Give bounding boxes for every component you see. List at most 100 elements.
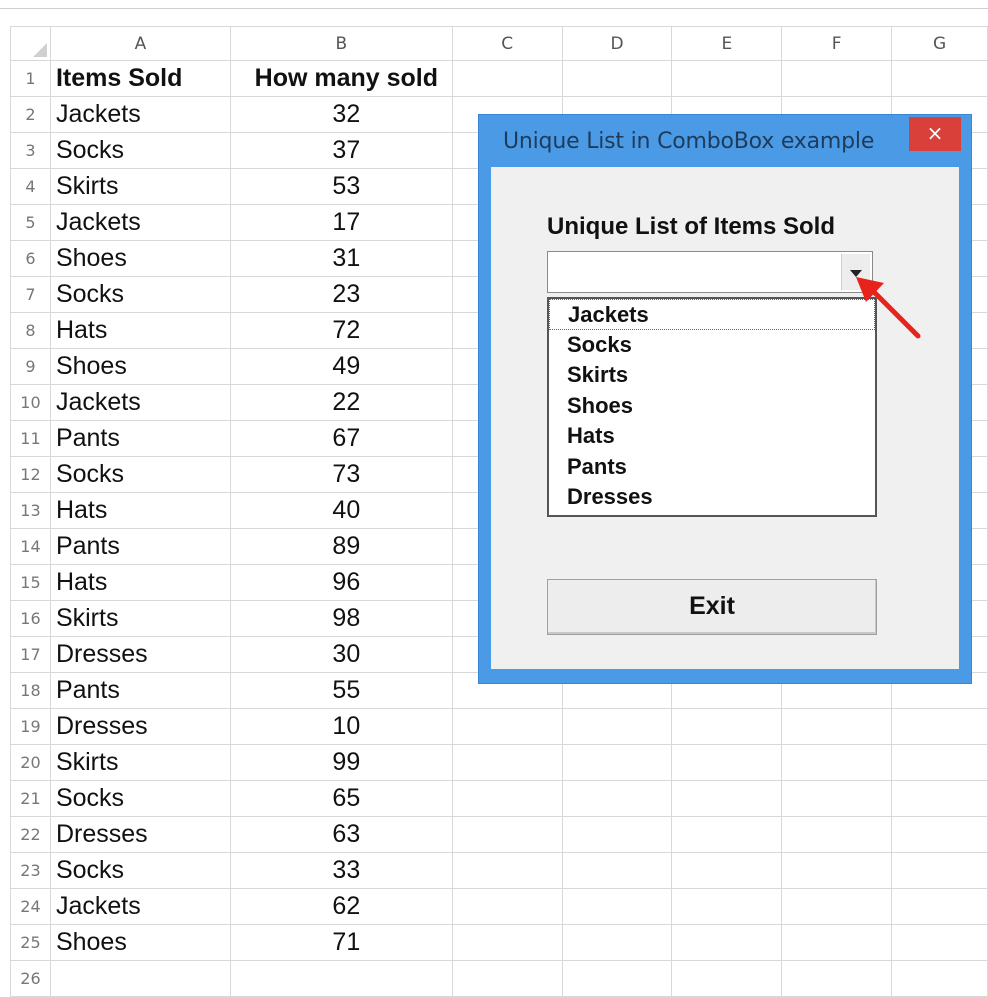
row-header[interactable]: 7: [10, 276, 51, 313]
cell-item[interactable]: Socks: [49, 132, 231, 169]
cell[interactable]: [781, 780, 893, 817]
row-header[interactable]: 5: [10, 204, 51, 241]
row-header[interactable]: 10: [10, 384, 51, 421]
cell[interactable]: [671, 852, 783, 889]
cell-item[interactable]: Jackets: [49, 96, 231, 133]
cell[interactable]: [671, 708, 783, 745]
cell-quantity[interactable]: 71: [229, 924, 453, 961]
row-header[interactable]: 4: [10, 168, 51, 205]
column-header-g[interactable]: G: [891, 26, 988, 61]
cell-quantity[interactable]: 40: [229, 492, 453, 529]
row-header[interactable]: 24: [10, 888, 51, 925]
row-header[interactable]: 25: [10, 924, 51, 961]
cell-item[interactable]: Jackets: [49, 384, 231, 421]
row-header[interactable]: 20: [10, 744, 51, 781]
cell-item[interactable]: Skirts: [49, 744, 231, 781]
cell-quantity[interactable]: 30: [229, 636, 453, 673]
cell-quantity[interactable]: 72: [229, 312, 453, 349]
cell-quantity[interactable]: 63: [229, 816, 453, 853]
row-header[interactable]: 18: [10, 672, 51, 709]
cell[interactable]: [671, 960, 783, 997]
cell[interactable]: [891, 960, 988, 997]
cell[interactable]: [671, 816, 783, 853]
cell[interactable]: [451, 816, 563, 853]
cell[interactable]: [451, 852, 563, 889]
row-header[interactable]: 26: [10, 960, 51, 997]
row-header[interactable]: 21: [10, 780, 51, 817]
cell-quantity[interactable]: 89: [229, 528, 453, 565]
cell-item[interactable]: Shoes: [49, 240, 231, 277]
row-header[interactable]: 14: [10, 528, 51, 565]
row-header[interactable]: 15: [10, 564, 51, 601]
cell-item[interactable]: Pants: [49, 420, 231, 457]
row-header[interactable]: 8: [10, 312, 51, 349]
cell-item[interactable]: Skirts: [49, 600, 231, 637]
cell[interactable]: [561, 852, 673, 889]
cell-quantity[interactable]: 62: [229, 888, 453, 925]
cell[interactable]: [671, 60, 783, 97]
row-header[interactable]: 16: [10, 600, 51, 637]
cell-quantity[interactable]: [229, 960, 453, 997]
cell-quantity[interactable]: 65: [229, 780, 453, 817]
cell-item[interactable]: Jackets: [49, 888, 231, 925]
column-header-d[interactable]: D: [561, 26, 673, 61]
cell[interactable]: [781, 744, 893, 781]
cell[interactable]: [891, 816, 988, 853]
cell[interactable]: [891, 888, 988, 925]
row-header[interactable]: 17: [10, 636, 51, 673]
cell[interactable]: [561, 924, 673, 961]
cell[interactable]: [561, 888, 673, 925]
cell-quantity[interactable]: 10: [229, 708, 453, 745]
cell[interactable]: [451, 780, 563, 817]
cell[interactable]: [891, 924, 988, 961]
cell-quantity[interactable]: 37: [229, 132, 453, 169]
list-item[interactable]: Pants: [549, 452, 875, 483]
cell-quantity[interactable]: 73: [229, 456, 453, 493]
cell[interactable]: [781, 888, 893, 925]
column-header-e[interactable]: E: [671, 26, 783, 61]
cell[interactable]: [891, 60, 988, 97]
cell-quantity[interactable]: 96: [229, 564, 453, 601]
cell-quantity[interactable]: 17: [229, 204, 453, 241]
row-header[interactable]: 3: [10, 132, 51, 169]
cell-item[interactable]: Socks: [49, 780, 231, 817]
cell[interactable]: [781, 924, 893, 961]
row-header[interactable]: 12: [10, 456, 51, 493]
cell-quantity[interactable]: 23: [229, 276, 453, 313]
cell[interactable]: [891, 744, 988, 781]
row-header[interactable]: 1: [10, 60, 51, 97]
row-header[interactable]: 9: [10, 348, 51, 385]
column-header-a[interactable]: A: [49, 26, 231, 61]
cell[interactable]: [671, 780, 783, 817]
cell[interactable]: [561, 816, 673, 853]
cell-quantity[interactable]: 53: [229, 168, 453, 205]
cell-item[interactable]: Socks: [49, 852, 231, 889]
close-button[interactable]: ×: [909, 117, 961, 151]
row-header[interactable]: 23: [10, 852, 51, 889]
cell[interactable]: [561, 708, 673, 745]
cell[interactable]: [781, 60, 893, 97]
cell-item[interactable]: Hats: [49, 564, 231, 601]
cell-item[interactable]: Socks: [49, 456, 231, 493]
row-header[interactable]: 2: [10, 96, 51, 133]
cell-item[interactable]: Hats: [49, 492, 231, 529]
cell-quantity[interactable]: 55: [229, 672, 453, 709]
row-header[interactable]: 6: [10, 240, 51, 277]
cell[interactable]: [671, 924, 783, 961]
row-header[interactable]: 13: [10, 492, 51, 529]
list-item[interactable]: Skirts: [549, 360, 875, 391]
cell-how-many-sold-header[interactable]: How many sold: [229, 60, 453, 97]
list-item[interactable]: Dresses: [549, 482, 875, 513]
cell[interactable]: [671, 744, 783, 781]
cell-item[interactable]: Shoes: [49, 924, 231, 961]
cell[interactable]: [561, 960, 673, 997]
cell-item[interactable]: Dresses: [49, 816, 231, 853]
cell[interactable]: [781, 960, 893, 997]
cell-quantity[interactable]: 31: [229, 240, 453, 277]
cell[interactable]: [671, 888, 783, 925]
cell-quantity[interactable]: 67: [229, 420, 453, 457]
cell-item[interactable]: Skirts: [49, 168, 231, 205]
cell-quantity[interactable]: 32: [229, 96, 453, 133]
cell[interactable]: [451, 744, 563, 781]
cell-item[interactable]: Pants: [49, 528, 231, 565]
